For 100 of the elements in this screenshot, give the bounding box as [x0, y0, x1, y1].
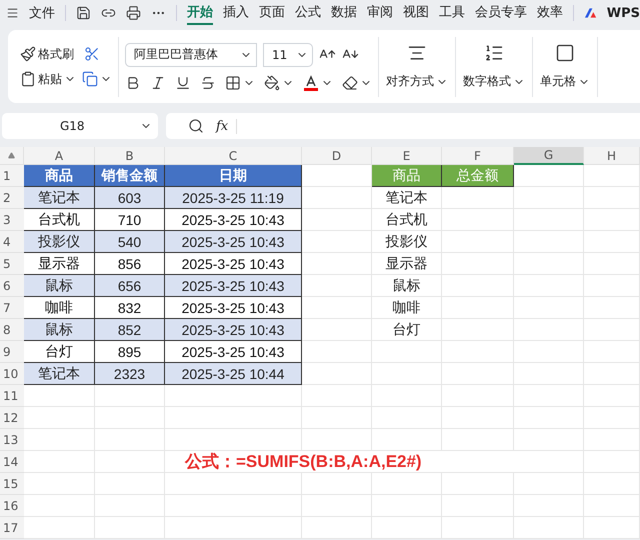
table-cell: 商品 — [24, 165, 95, 187]
ribbon-button[interactable]: 对齐方式 — [386, 73, 448, 90]
font-name-select[interactable]: 阿里巴巴普惠体 — [125, 42, 257, 66]
ribbon-tab[interactable]: 工具 — [438, 1, 465, 25]
table-cell: 总金额 — [442, 165, 514, 187]
clear-button[interactable] — [342, 74, 372, 90]
table-cell: 咖啡 — [372, 297, 442, 319]
row-header[interactable]: 5 — [0, 253, 24, 275]
column-header[interactable]: B — [95, 147, 165, 165]
table-cell: 852 — [95, 319, 165, 341]
table-cell: 投影仪 — [24, 231, 95, 253]
font-color-button[interactable] — [303, 74, 333, 90]
table-cell: 832 — [95, 297, 165, 319]
table-cell: 603 — [95, 187, 165, 209]
number-format-icon[interactable] — [484, 43, 504, 63]
ribbon-tab[interactable]: 效率 — [536, 1, 563, 25]
row-header[interactable]: 10 — [0, 363, 24, 385]
row-header[interactable]: 1 — [0, 165, 24, 187]
row-header[interactable]: 2 — [0, 187, 24, 209]
row-header[interactable]: 14 — [0, 451, 24, 473]
table-cell: 台灯 — [24, 341, 95, 363]
ribbon-tab[interactable]: 会员专享 — [474, 1, 527, 25]
fill-color-button[interactable] — [264, 74, 294, 90]
table-cell: 2025-3-25 10:43 — [165, 341, 302, 363]
table-cell: 2323 — [95, 363, 165, 385]
clipboard-icon[interactable] — [20, 71, 36, 87]
paste-button[interactable]: 粘贴 — [20, 70, 76, 88]
paintbrush-icon[interactable] — [20, 46, 36, 62]
name-box[interactable]: G18 — [2, 113, 158, 139]
copy-icon[interactable] — [82, 71, 98, 87]
table-cell: 2025-3-25 10:43 — [165, 319, 302, 341]
ribbon-tab[interactable]: 审阅 — [366, 1, 393, 25]
font-color-icon — [303, 74, 319, 90]
column-header[interactable]: H — [584, 147, 640, 165]
table-cell: 显示器 — [372, 253, 442, 275]
column-header[interactable]: G — [514, 147, 584, 165]
eraser-icon[interactable] — [342, 74, 358, 90]
ribbon-tab[interactable]: 页面 — [258, 1, 285, 25]
table-cell: 笔记本 — [24, 187, 95, 209]
table-cell: 咖啡 — [24, 297, 95, 319]
table-cell: 鼠标 — [24, 275, 95, 297]
save-icon[interactable] — [76, 5, 91, 21]
column-header[interactable]: D — [302, 147, 372, 165]
column-header[interactable]: F — [442, 147, 514, 165]
zoom-icon[interactable] — [188, 118, 204, 134]
brand-name: WPS — [606, 6, 640, 20]
row-header[interactable]: 4 — [0, 231, 24, 253]
table-cell: 销售金额 — [95, 165, 165, 187]
ribbon-tab[interactable]: 数据 — [330, 1, 357, 25]
cell-icon[interactable] — [555, 43, 575, 63]
table-cell: 2025-3-25 10:43 — [165, 209, 302, 231]
format-painter-button[interactable]: 格式刷 — [20, 46, 74, 62]
select-all-button[interactable] — [0, 147, 24, 165]
formula-annotation: 公式：=SUMIFS(B:B,A:A,E2#) — [165, 451, 514, 473]
column-header[interactable]: E — [372, 147, 442, 165]
row-header[interactable]: 16 — [0, 495, 24, 517]
ribbon-tab[interactable]: 插入 — [222, 1, 249, 25]
column-header[interactable]: C — [165, 147, 302, 165]
table-cell: 显示器 — [24, 253, 95, 275]
table-cell: 2025-3-25 10:43 — [165, 253, 302, 275]
copy-button[interactable] — [82, 71, 112, 87]
font-size-select[interactable]: 11 — [263, 42, 313, 66]
table-cell: 540 — [95, 231, 165, 253]
select-all-icon[interactable] — [8, 152, 15, 159]
table-cell: 鼠标 — [372, 275, 442, 297]
ribbon-tab[interactable]: 视图 — [402, 1, 429, 25]
table-cell: 台式机 — [372, 209, 442, 231]
row-header[interactable]: 7 — [0, 297, 24, 319]
table-cell: 笔记本 — [372, 187, 442, 209]
borders-button[interactable] — [225, 74, 255, 90]
paint-bucket-icon[interactable] — [264, 74, 280, 90]
row-header[interactable]: 17 — [0, 517, 24, 539]
underline-icon[interactable] — [175, 74, 191, 90]
print-icon[interactable] — [126, 5, 141, 21]
ribbon-tab[interactable]: 公式 — [294, 1, 321, 25]
file-menu[interactable]: 文件 — [29, 4, 56, 22]
borders-icon[interactable] — [225, 74, 241, 90]
strikethrough-icon[interactable] — [200, 74, 216, 90]
row-header[interactable]: 3 — [0, 209, 24, 231]
ribbon-button[interactable]: 单元格 — [540, 73, 590, 90]
ribbon-tab[interactable]: 开始 — [186, 1, 213, 25]
column-header[interactable]: A — [24, 147, 95, 165]
row-header[interactable]: 12 — [0, 407, 24, 429]
row-header[interactable]: 11 — [0, 385, 24, 407]
row-header[interactable]: 13 — [0, 429, 24, 451]
table-cell: 日期 — [165, 165, 302, 187]
row-header[interactable]: 8 — [0, 319, 24, 341]
formula-field[interactable]: fx — [166, 113, 640, 139]
row-header[interactable]: 9 — [0, 341, 24, 363]
table-cell: 895 — [95, 341, 165, 363]
menu-icon[interactable] — [6, 6, 20, 20]
row-header[interactable]: 15 — [0, 473, 24, 495]
table-cell: 2025-3-25 10:44 — [165, 363, 302, 385]
ribbon-button[interactable]: 数字格式 — [463, 73, 525, 90]
table-cell: 鼠标 — [24, 319, 95, 341]
table-cell: 台灯 — [372, 319, 442, 341]
italic-icon[interactable] — [150, 74, 166, 90]
cut-icon[interactable] — [84, 46, 100, 62]
row-header[interactable]: 6 — [0, 275, 24, 297]
table-cell: 笔记本 — [24, 363, 95, 385]
